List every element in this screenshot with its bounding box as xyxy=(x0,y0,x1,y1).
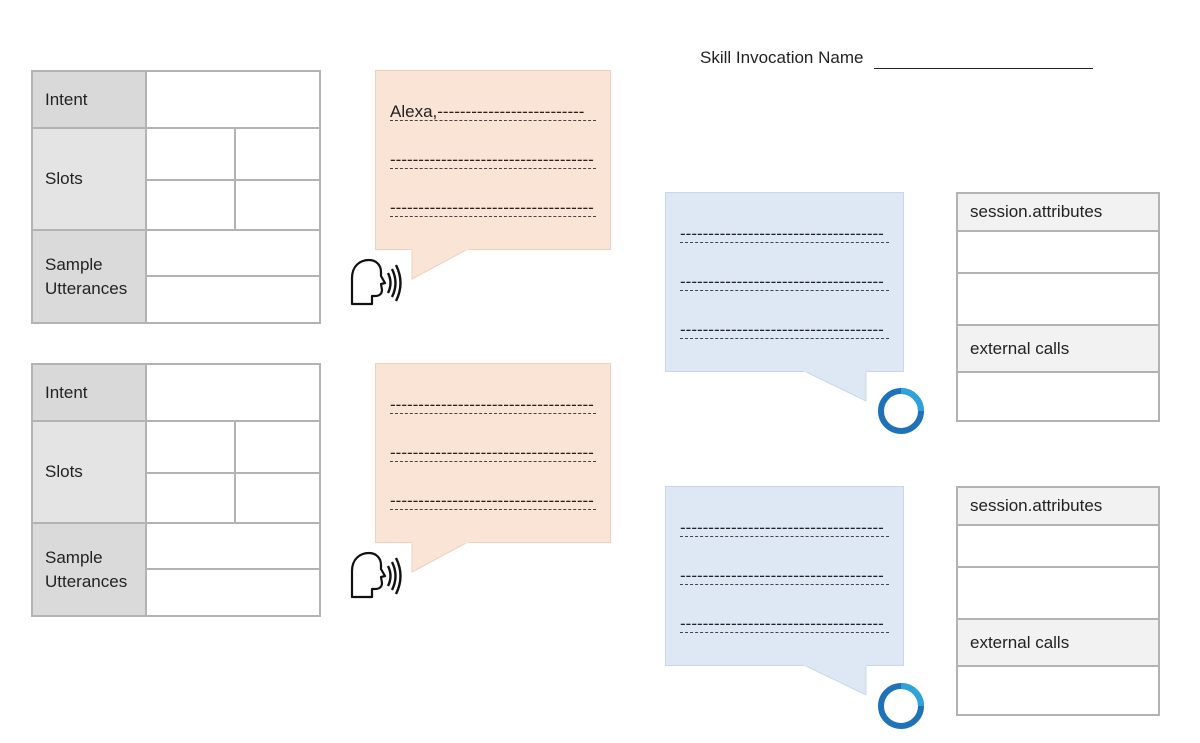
speaking-head-icon xyxy=(350,551,402,599)
alexa-speech-bubble-2: ------------------------------------ ---… xyxy=(665,486,904,696)
intent-header: Intent xyxy=(33,365,147,420)
external-calls-header: external calls xyxy=(958,326,1158,373)
session-attributes-header: session.attributes xyxy=(958,194,1158,232)
slots-header: Slots xyxy=(33,422,147,522)
invocation-label: Skill Invocation Name xyxy=(700,48,864,67)
external-calls-label: external calls xyxy=(970,632,1070,652)
state-card-1: session.attributes external calls xyxy=(956,192,1160,422)
response-line[interactable]: ------------------------------------ xyxy=(680,567,889,585)
intent-header: Intent xyxy=(33,72,147,127)
response-line[interactable]: ------------------------------------ xyxy=(680,225,889,243)
external-call-row[interactable] xyxy=(958,373,1158,420)
external-calls-label: external calls xyxy=(970,338,1070,358)
sample-label-line2: Utterances xyxy=(45,571,128,591)
session-attributes-label: session.attributes xyxy=(970,496,1103,515)
bubble-tail xyxy=(411,540,469,573)
external-calls-header: external calls xyxy=(958,620,1158,667)
response-line[interactable]: ------------------------------------ xyxy=(680,273,889,291)
invocation-name-blank[interactable] xyxy=(874,52,1094,69)
user-speech-bubble-2: ------------------------------------ ---… xyxy=(375,363,611,573)
bubble-tail xyxy=(803,663,867,696)
sample-label-line1: Sample xyxy=(45,547,103,567)
utterance-line[interactable]: Alexa,-------------------------- xyxy=(390,103,596,121)
session-attribute-row[interactable] xyxy=(958,568,1158,620)
speaking-head-icon xyxy=(350,258,402,306)
external-call-row[interactable] xyxy=(958,667,1158,714)
utterance-line[interactable]: ------------------------------------ xyxy=(390,199,596,217)
bubble-tail xyxy=(803,369,867,402)
session-attribute-row[interactable] xyxy=(958,526,1158,568)
state-card-2: session.attributes external calls xyxy=(956,486,1160,716)
utterance-line[interactable]: ------------------------------------ xyxy=(390,151,596,169)
response-line[interactable]: ------------------------------------ xyxy=(680,615,889,633)
alexa-speech-bubble-1: ------------------------------------ ---… xyxy=(665,192,904,402)
sample-utterances-header: Sample Utterances xyxy=(33,231,147,322)
session-attribute-row[interactable] xyxy=(958,274,1158,326)
alexa-ring-icon xyxy=(878,388,924,434)
slots-label: Slots xyxy=(45,462,83,481)
intent-card-2: Intent Slots Sample Utterances xyxy=(31,363,321,617)
session-attributes-label: session.attributes xyxy=(970,202,1103,221)
bubble-tail xyxy=(411,247,469,280)
slots-label: Slots xyxy=(45,169,83,188)
sample-label-line2: Utterances xyxy=(45,278,128,298)
skill-invocation-name-field: Skill Invocation Name xyxy=(700,47,1094,69)
sample-utterances-header: Sample Utterances xyxy=(33,524,147,615)
response-line[interactable]: ------------------------------------ xyxy=(680,321,889,339)
utterance-row-divider xyxy=(147,275,319,277)
utterance-row-divider xyxy=(147,568,319,570)
intent-label: Intent xyxy=(45,382,88,402)
sample-label-line1: Sample xyxy=(45,254,103,274)
session-attributes-header: session.attributes xyxy=(958,488,1158,526)
slot-row-divider xyxy=(147,179,319,181)
utterance-line[interactable]: ------------------------------------ xyxy=(390,492,596,510)
alexa-ring-icon xyxy=(878,683,924,729)
slot-row-divider xyxy=(147,472,319,474)
slots-header: Slots xyxy=(33,129,147,229)
user-speech-bubble-1: Alexa,-------------------------- -------… xyxy=(375,70,611,280)
session-attribute-row[interactable] xyxy=(958,232,1158,274)
utterance-line[interactable]: ------------------------------------ xyxy=(390,444,596,462)
intent-card-1: Intent Slots Sample Utterances xyxy=(31,70,321,324)
utterance-line[interactable]: ------------------------------------ xyxy=(390,396,596,414)
intent-label: Intent xyxy=(45,89,88,109)
response-line[interactable]: ------------------------------------ xyxy=(680,519,889,537)
